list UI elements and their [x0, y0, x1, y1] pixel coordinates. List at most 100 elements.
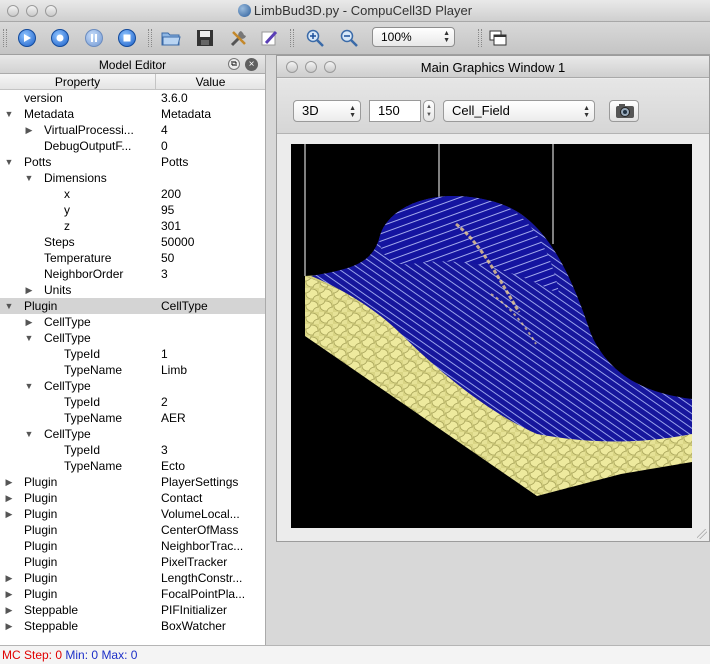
collapsed-arrow-icon[interactable]: ▶ — [4, 618, 14, 634]
tree-property: TypeName — [64, 411, 123, 425]
tree-row[interactable]: ▶ Plugin PlayerSettings — [0, 474, 265, 490]
minimize-window-icon[interactable] — [305, 61, 317, 73]
tree-row[interactable]: Plugin CenterOfMass — [0, 522, 265, 538]
tree-property: Plugin — [24, 475, 58, 489]
view-mode-select[interactable]: 3D ▲ ▼ — [293, 100, 361, 122]
select-arrows-icon: ▲ ▼ — [443, 30, 450, 44]
tree-row[interactable]: Steps 50000 — [0, 234, 265, 250]
resize-grip-icon[interactable] — [697, 529, 707, 539]
collapsed-arrow-icon[interactable]: ▶ — [24, 282, 34, 298]
stop-button[interactable] — [116, 27, 138, 49]
close-window-icon[interactable] — [286, 61, 298, 73]
model-editor-panel: Model Editor ⧉ × Property Value version 3… — [0, 55, 266, 645]
tree-row[interactable]: ▼ CellType — [0, 426, 265, 442]
collapsed-arrow-icon[interactable]: ▶ — [4, 570, 14, 586]
tree-row[interactable]: ▼ Potts Potts — [0, 154, 265, 170]
step-button[interactable] — [49, 27, 71, 49]
collapsed-arrow-icon[interactable]: ▶ — [4, 490, 14, 506]
pause-button[interactable] — [83, 27, 105, 49]
collapsed-arrow-icon[interactable]: ▶ — [4, 586, 14, 602]
save-button[interactable] — [194, 27, 216, 49]
run-button[interactable] — [16, 27, 38, 49]
collapsed-arrow-icon[interactable]: ▶ — [4, 474, 14, 490]
expanded-arrow-icon[interactable]: ▼ — [24, 378, 34, 394]
tree-value: FocalPointPla... — [161, 587, 246, 601]
tree-row[interactable]: TypeId 1 — [0, 346, 265, 362]
collapsed-arrow-icon[interactable]: ▶ — [24, 314, 34, 330]
tree-row[interactable]: TypeName Ecto — [0, 458, 265, 474]
tree-row[interactable]: z 301 — [0, 218, 265, 234]
expanded-arrow-icon[interactable]: ▼ — [4, 154, 14, 170]
open-file-button[interactable] — [160, 27, 182, 49]
tree-value: 3 — [161, 267, 168, 281]
tree-row[interactable]: ▼ CellType — [0, 330, 265, 346]
float-panel-icon[interactable]: ⧉ — [228, 58, 240, 70]
collapsed-arrow-icon[interactable]: ▶ — [4, 506, 14, 522]
tree-row[interactable]: ▼ CellType — [0, 378, 265, 394]
zoom-out-button[interactable] — [338, 27, 360, 49]
step-icon — [51, 29, 69, 47]
tree-row[interactable]: ▶ Steppable PIFInitializer — [0, 602, 265, 618]
tree-row[interactable]: ▶ Plugin FocalPointPla... — [0, 586, 265, 602]
collapsed-arrow-icon[interactable]: ▶ — [24, 122, 34, 138]
model-editor-title: Model Editor — [98, 58, 167, 72]
tree-row[interactable]: ▼ Plugin CellType — [0, 298, 265, 314]
value-column-header[interactable]: Value — [156, 74, 265, 89]
screenshot-button[interactable] — [609, 100, 639, 122]
view-mode-value: 3D — [302, 103, 319, 118]
tree-row[interactable]: DebugOutputF... 0 — [0, 138, 265, 154]
zoom-window-icon[interactable] — [324, 61, 336, 73]
tree-row[interactable]: TypeName Limb — [0, 362, 265, 378]
zoom-level-select[interactable]: 100% ▲ ▼ — [372, 27, 455, 47]
tree-value: 301 — [161, 219, 182, 233]
tree-row[interactable]: TypeId 3 — [0, 442, 265, 458]
expanded-arrow-icon[interactable]: ▼ — [24, 330, 34, 346]
graphics-window-title: Main Graphics Window 1 — [420, 60, 566, 75]
tree-row[interactable]: y 95 — [0, 202, 265, 218]
min-label: Min: — [65, 648, 89, 662]
tree-row[interactable]: ▶ Plugin VolumeLocal... — [0, 506, 265, 522]
tree-value: Metadata — [161, 107, 212, 121]
pause-icon — [85, 29, 103, 47]
tree-row[interactable]: ▶ Plugin Contact — [0, 490, 265, 506]
tree-value: 3 — [161, 443, 168, 457]
new-graphics-window-button[interactable] — [487, 27, 509, 49]
expanded-arrow-icon[interactable]: ▼ — [4, 106, 14, 122]
globe-icon — [237, 4, 251, 17]
tree-property: version — [24, 91, 63, 105]
close-panel-icon[interactable]: × — [245, 58, 258, 71]
tree-row[interactable]: ▼ Dimensions — [0, 170, 265, 186]
property-column-header[interactable]: Property — [0, 74, 156, 89]
tree-value: Limb — [161, 363, 188, 377]
tree-row[interactable]: version 3.6.0 — [0, 90, 265, 106]
window-title-area: LimbBud3D.py - CompuCell3D Player — [0, 3, 710, 18]
field-select[interactable]: Cell_Field ▲ ▼ — [443, 100, 595, 122]
tree-row[interactable]: ▼ Metadata Metadata — [0, 106, 265, 122]
tree-row[interactable]: ▶ Steppable BoxWatcher — [0, 618, 265, 634]
configuration-button[interactable] — [228, 27, 250, 49]
expanded-arrow-icon[interactable]: ▼ — [24, 426, 34, 442]
tree-row[interactable]: ▶ VirtualProcessi... 4 — [0, 122, 265, 138]
tree-row[interactable]: Plugin PixelTracker — [0, 554, 265, 570]
tree-row[interactable]: TypeId 2 — [0, 394, 265, 410]
zoom-in-button[interactable] — [304, 27, 326, 49]
slice-field[interactable]: 150 — [369, 100, 421, 122]
tree-row[interactable]: ▶ Plugin LengthConstr... — [0, 570, 265, 586]
tree-row[interactable]: TypeName AER — [0, 410, 265, 426]
tree-property: CellType — [44, 315, 91, 329]
tree-property: Steppable — [24, 603, 79, 617]
tree-row[interactable]: Temperature 50 — [0, 250, 265, 266]
tree-row[interactable]: ▶ CellType — [0, 314, 265, 330]
expanded-arrow-icon[interactable]: ▼ — [24, 170, 34, 186]
tree-row[interactable]: x 200 — [0, 186, 265, 202]
zoom-in-icon — [306, 29, 324, 47]
expanded-arrow-icon[interactable]: ▼ — [4, 298, 14, 314]
tree-row[interactable]: NeighborOrder 3 — [0, 266, 265, 282]
edit-button[interactable] — [259, 27, 281, 49]
3d-render-view[interactable] — [291, 144, 692, 528]
tree-property: Plugin — [24, 539, 58, 553]
collapsed-arrow-icon[interactable]: ▶ — [4, 602, 14, 618]
tree-row[interactable]: ▶ Units — [0, 282, 265, 298]
tree-row[interactable]: Plugin NeighborTrac... — [0, 538, 265, 554]
slice-stepper[interactable]: ▲ ▼ — [423, 100, 435, 122]
